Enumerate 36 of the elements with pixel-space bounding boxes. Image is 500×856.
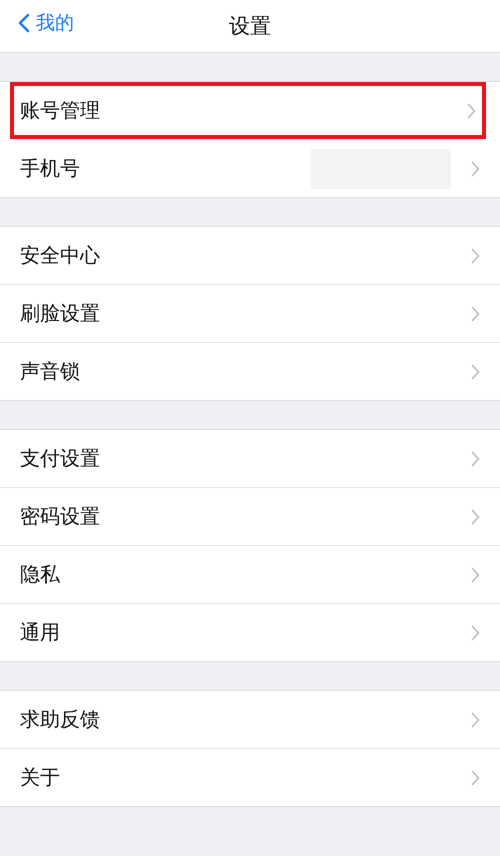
row-label: 手机号 (20, 155, 81, 182)
settings-row[interactable]: 通用 (0, 604, 500, 661)
page-title: 设置 (229, 13, 271, 40)
row-label: 关于 (20, 764, 61, 791)
row-label: 账号管理 (20, 97, 101, 124)
settings-row[interactable]: 关于 (0, 749, 500, 806)
settings-row[interactable]: 隐私 (0, 546, 500, 604)
settings-row[interactable]: 支付设置 (0, 430, 500, 488)
chevron-icon (471, 248, 480, 264)
chevron-icon (471, 450, 480, 466)
chevron-icon (471, 364, 480, 380)
settings-row[interactable]: 声音锁 (0, 343, 500, 400)
row-label: 密码设置 (20, 503, 101, 530)
chevron-icon (471, 624, 480, 640)
chevron-icon (471, 770, 480, 786)
chevron-icon (471, 508, 480, 524)
back-link[interactable]: 我的 (18, 10, 74, 36)
row-label: 通用 (20, 619, 61, 646)
chevron-icon (467, 102, 476, 118)
chevron-icon (471, 566, 480, 582)
row-label: 声音锁 (20, 358, 81, 385)
row-label: 支付设置 (20, 445, 101, 472)
chevron-icon (471, 306, 480, 322)
settings-row[interactable]: 手机号 (0, 140, 500, 197)
row-label: 安全中心 (20, 242, 101, 269)
chevron-icon (471, 160, 480, 176)
row-label: 刷脸设置 (20, 300, 101, 327)
back-chevron-icon (18, 13, 30, 33)
row-label: 求助反馈 (20, 706, 101, 733)
settings-row[interactable]: 账号管理 (10, 82, 486, 140)
settings-row[interactable]: 安全中心 (0, 227, 500, 285)
settings-row[interactable]: 刷脸设置 (0, 285, 500, 343)
row-label: 隐私 (20, 561, 61, 588)
chevron-icon (471, 712, 480, 728)
settings-row[interactable]: 求助反馈 (0, 691, 500, 749)
settings-row[interactable]: 密码设置 (0, 488, 500, 546)
